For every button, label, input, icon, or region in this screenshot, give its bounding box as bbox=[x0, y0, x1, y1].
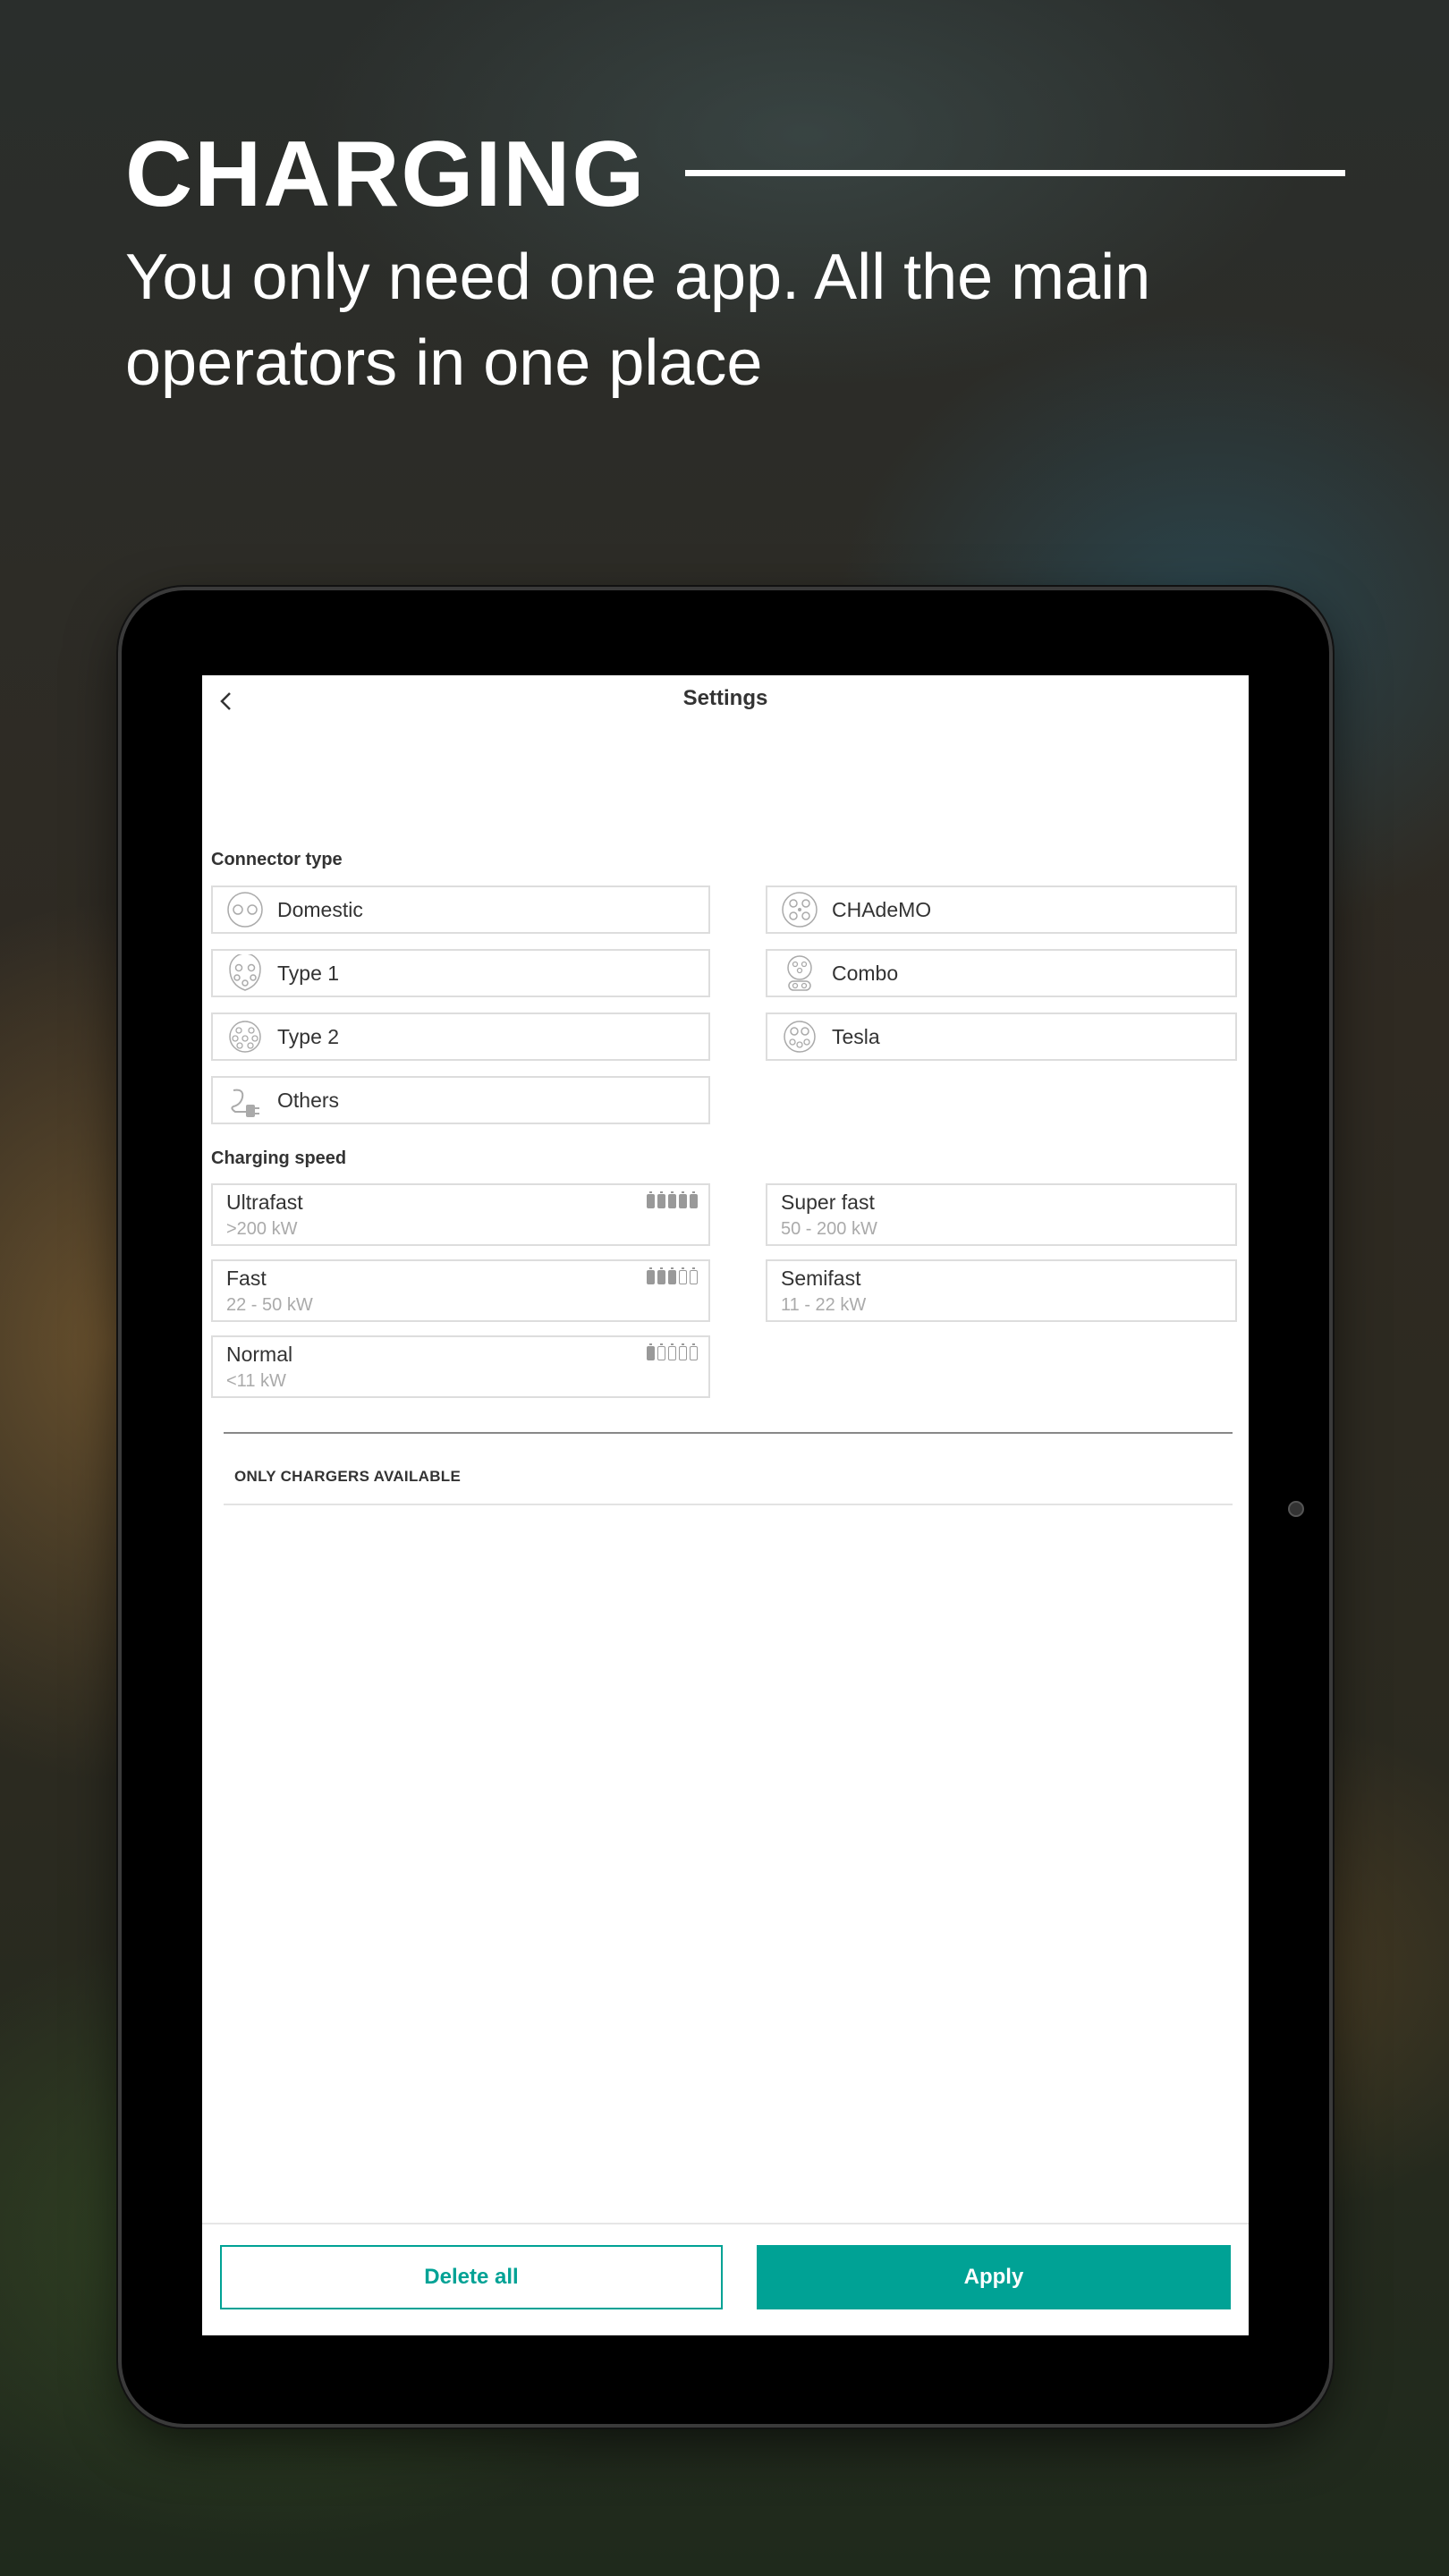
battery-cell-icon bbox=[690, 1343, 698, 1360]
battery-cell-icon bbox=[679, 1191, 687, 1208]
speed-name: Fast bbox=[226, 1267, 267, 1290]
connector-tesla[interactable]: Tesla bbox=[766, 1013, 1237, 1061]
connector-label: Domestic bbox=[277, 897, 363, 921]
speed-name: Super fast bbox=[781, 1191, 875, 1214]
speed-ultrafast[interactable]: Ultrafast >200 kW bbox=[211, 1183, 710, 1246]
connector-label: Others bbox=[277, 1088, 340, 1112]
battery-cell-icon bbox=[668, 1191, 676, 1208]
footer-divider bbox=[202, 2223, 1249, 2224]
only-available-toggle[interactable]: ONLY CHARGERS AVAILABLE bbox=[234, 1468, 461, 1486]
charging-speed-heading: Charging speed bbox=[211, 1148, 347, 1168]
apply-button[interactable]: Apply bbox=[757, 2245, 1231, 2309]
toggle-divider bbox=[224, 1504, 1233, 1505]
battery-level-icon bbox=[647, 1191, 698, 1208]
hero-title-rule bbox=[685, 170, 1345, 176]
hero-title: CHARGING bbox=[125, 123, 647, 226]
tablet-frame: Settings Connector type Domestic CHAdeMO… bbox=[122, 590, 1329, 2424]
connector-type-2[interactable]: Type 2 bbox=[211, 1013, 710, 1061]
battery-cell-icon bbox=[690, 1191, 698, 1208]
battery-cell-icon bbox=[647, 1191, 655, 1208]
screen-title: Settings bbox=[682, 686, 768, 710]
domestic-plug-icon bbox=[225, 890, 265, 929]
speed-name: Ultrafast bbox=[226, 1191, 303, 1214]
connector-label: Tesla bbox=[832, 1024, 880, 1048]
section-divider bbox=[224, 1432, 1233, 1434]
connector-label: CHAdeMO bbox=[832, 897, 932, 921]
connector-chademo[interactable]: CHAdeMO bbox=[766, 886, 1237, 934]
connector-label: Type 1 bbox=[277, 961, 340, 985]
battery-cell-icon bbox=[668, 1267, 676, 1284]
camera-icon bbox=[1288, 1501, 1304, 1517]
combo-plug-icon bbox=[780, 953, 819, 993]
type2-plug-icon bbox=[225, 1017, 265, 1056]
chademo-plug-icon bbox=[780, 890, 819, 929]
connector-type-heading: Connector type bbox=[211, 850, 343, 869]
speed-range: 22 - 50 kW bbox=[226, 1295, 313, 1315]
battery-cell-icon bbox=[647, 1267, 655, 1284]
speed-name: Semifast bbox=[781, 1267, 861, 1290]
battery-level-icon bbox=[647, 1267, 698, 1284]
speed-range: 50 - 200 kW bbox=[781, 1219, 877, 1239]
speed-semifast[interactable]: Semifast 11 - 22 kW bbox=[766, 1259, 1237, 1322]
delete-all-button[interactable]: Delete all bbox=[220, 2245, 723, 2309]
speed-range: >200 kW bbox=[226, 1219, 298, 1239]
top-bar: Settings bbox=[202, 675, 1249, 729]
battery-cell-icon bbox=[668, 1343, 676, 1360]
tesla-plug-icon bbox=[780, 1017, 819, 1056]
hero-subtitle: You only need one app. All the main oper… bbox=[125, 242, 1151, 399]
battery-cell-icon bbox=[657, 1343, 665, 1360]
connector-label: Type 2 bbox=[277, 1024, 340, 1048]
connector-type-1[interactable]: Type 1 bbox=[211, 949, 710, 997]
battery-cell-icon bbox=[679, 1343, 687, 1360]
battery-level-icon bbox=[647, 1343, 698, 1360]
battery-cell-icon bbox=[690, 1267, 698, 1284]
speed-range: <11 kW bbox=[226, 1371, 286, 1391]
type1-plug-icon bbox=[225, 953, 265, 993]
battery-cell-icon bbox=[657, 1191, 665, 1208]
connector-domestic[interactable]: Domestic bbox=[211, 886, 710, 934]
connector-others[interactable]: Others bbox=[211, 1076, 710, 1124]
other-plug-icon bbox=[225, 1080, 265, 1120]
connector-label: Combo bbox=[832, 961, 899, 985]
battery-cell-icon bbox=[679, 1267, 687, 1284]
settings-screen: Settings Connector type Domestic CHAdeMO… bbox=[202, 675, 1249, 2335]
battery-cell-icon bbox=[657, 1267, 665, 1284]
connector-combo[interactable]: Combo bbox=[766, 949, 1237, 997]
speed-fast[interactable]: Fast 22 - 50 kW bbox=[211, 1259, 710, 1322]
speed-range: 11 - 22 kW bbox=[781, 1295, 867, 1315]
speed-name: Normal bbox=[226, 1343, 293, 1366]
speed-super-fast[interactable]: Super fast 50 - 200 kW bbox=[766, 1183, 1237, 1246]
speed-normal[interactable]: Normal <11 kW bbox=[211, 1335, 710, 1398]
battery-cell-icon bbox=[647, 1343, 655, 1360]
